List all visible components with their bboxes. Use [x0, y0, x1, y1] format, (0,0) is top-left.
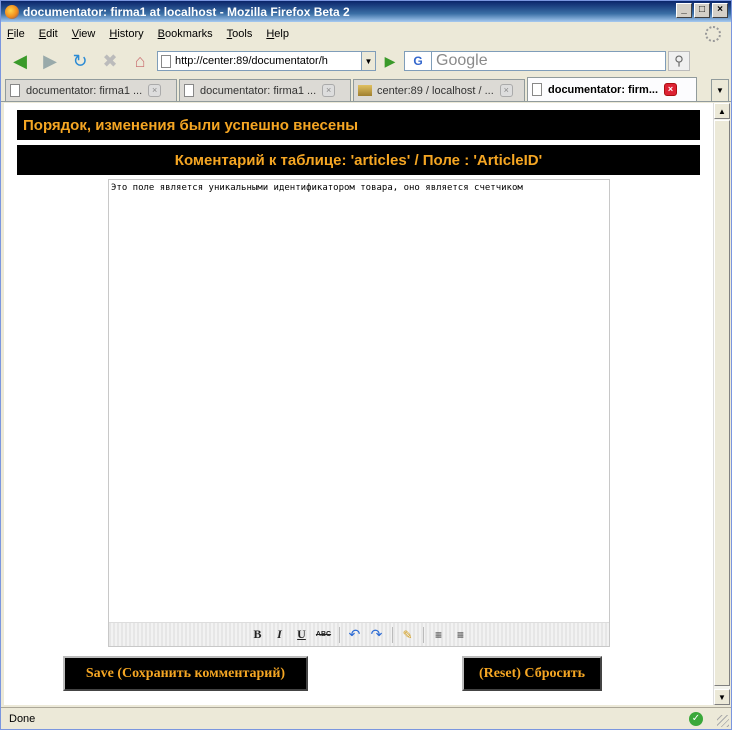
- navigation-toolbar: ◀ ▶ ↻ ✖ ⌂ http://center:89/documentator/…: [1, 46, 731, 76]
- save-button[interactable]: Save (Сохранить комментарий): [63, 656, 308, 691]
- search-engine-selector[interactable]: G: [404, 51, 432, 71]
- close-tab-icon[interactable]: ×: [322, 84, 336, 97]
- numbered-list-icon[interactable]: ≡: [451, 626, 471, 644]
- window-controls: _ □ ×: [676, 3, 728, 18]
- firefox-icon: [5, 4, 19, 19]
- menu-file[interactable]: File: [7, 28, 25, 40]
- strikethrough-button[interactable]: ABC: [314, 626, 334, 644]
- page-icon: [10, 84, 20, 97]
- close-tab-icon[interactable]: ×: [499, 84, 513, 97]
- title-bar: documentator: firma1 at localhost - Mozi…: [1, 1, 731, 22]
- success-message: Порядок, изменения были успешно внесены: [17, 110, 700, 140]
- tab-label: documentator: firma1 ...: [26, 84, 143, 97]
- underline-button[interactable]: U: [292, 626, 312, 644]
- page-icon: [532, 83, 542, 96]
- menu-tools[interactable]: Tools: [227, 28, 253, 40]
- redo-icon[interactable]: ↷: [367, 626, 387, 644]
- tab-documentator-active[interactable]: documentator: firm... ×: [527, 77, 697, 101]
- menu-bar: File Edit View History Bookmarks Tools H…: [1, 23, 731, 45]
- editor-text[interactable]: Это поле является уникальными идентифика…: [111, 183, 523, 193]
- tab-label: center:89 / localhost / ...: [377, 84, 494, 97]
- secure-check-icon: ✓: [689, 712, 703, 726]
- bold-button[interactable]: B: [248, 626, 268, 644]
- tab-list-dropdown-icon[interactable]: ▼: [711, 79, 729, 101]
- resize-grip[interactable]: [717, 715, 729, 727]
- scroll-up-icon[interactable]: ▲: [714, 103, 730, 119]
- stop-icon[interactable]: ✖: [97, 49, 123, 73]
- url-bar[interactable]: http://center:89/documentator/h: [157, 51, 362, 71]
- phpmyadmin-icon: [358, 85, 372, 96]
- tab-strip: documentator: firma1 ... × documentator:…: [1, 77, 731, 102]
- scroll-down-icon[interactable]: ▼: [714, 689, 730, 705]
- tab-documentator-2[interactable]: documentator: firma1 ... ×: [179, 79, 351, 101]
- comment-editor[interactable]: Это поле является уникальными идентифика…: [108, 179, 610, 647]
- tab-label: documentator: firma1 ...: [200, 84, 317, 97]
- tab-phpmyadmin[interactable]: center:89 / localhost / ... ×: [353, 79, 525, 101]
- vertical-scrollbar[interactable]: ▲ ▼: [713, 103, 730, 705]
- minimize-button[interactable]: _: [676, 3, 692, 18]
- bullet-list-icon[interactable]: ≡: [429, 626, 449, 644]
- home-icon[interactable]: ⌂: [127, 49, 153, 73]
- url-dropdown-icon[interactable]: ▼: [362, 51, 376, 71]
- toolbar-separator: [422, 626, 424, 643]
- browser-window: documentator: firma1 at localhost - Mozi…: [0, 0, 732, 730]
- page-icon: [161, 54, 171, 68]
- search-magnifier-icon[interactable]: ⚲: [668, 51, 690, 71]
- tab-documentator-1[interactable]: documentator: firma1 ... ×: [5, 79, 177, 101]
- toolbar-separator: [338, 626, 340, 643]
- page-viewport: Порядок, изменения были успешно внесены …: [4, 103, 713, 705]
- close-window-button[interactable]: ×: [712, 3, 728, 18]
- tab-label: documentator: firm...: [548, 83, 659, 96]
- status-bar: Done ✓: [1, 707, 731, 729]
- throbber-icon: [705, 26, 721, 42]
- page-icon: [184, 84, 194, 97]
- go-arrow-icon[interactable]: ▶: [380, 51, 400, 71]
- menu-edit[interactable]: Edit: [39, 28, 58, 40]
- menu-history[interactable]: History: [109, 28, 143, 40]
- close-tab-icon[interactable]: ×: [148, 84, 162, 97]
- window-title: documentator: firma1 at localhost - Mozi…: [23, 4, 350, 19]
- clean-format-icon[interactable]: ✎: [398, 626, 418, 644]
- menu-help[interactable]: Help: [266, 28, 289, 40]
- url-text[interactable]: http://center:89/documentator/h: [175, 55, 328, 67]
- toolbar-separator: [391, 626, 393, 643]
- status-text: Done: [9, 712, 36, 725]
- search-input[interactable]: Google: [432, 51, 666, 71]
- back-arrow-icon[interactable]: ◀: [7, 49, 33, 73]
- menu-view[interactable]: View: [72, 28, 96, 40]
- maximize-button[interactable]: □: [694, 3, 710, 18]
- menu-bookmarks[interactable]: Bookmarks: [158, 28, 213, 40]
- scroll-thumb[interactable]: [714, 120, 730, 686]
- reload-icon[interactable]: ↻: [67, 49, 93, 73]
- close-tab-icon[interactable]: ×: [664, 83, 678, 96]
- undo-icon[interactable]: ↶: [345, 626, 365, 644]
- italic-button[interactable]: I: [270, 626, 290, 644]
- forward-arrow-icon[interactable]: ▶: [37, 49, 63, 73]
- comment-title: Коментарий к таблице: 'articles' / Поле …: [17, 145, 700, 175]
- reset-button[interactable]: (Reset) Сбросить: [462, 656, 602, 691]
- editor-toolbar: B I U ABC ↶ ↷ ✎ ≡ ≡: [109, 622, 609, 646]
